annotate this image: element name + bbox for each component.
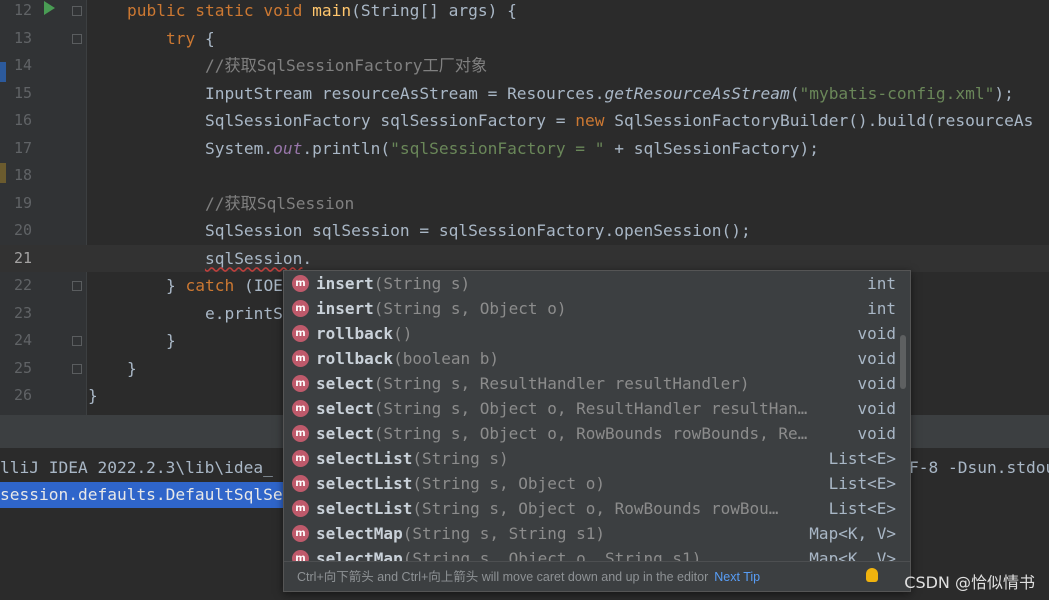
code-line: 12 public static void main(String[] args… — [0, 0, 1049, 25]
line-number: 23 — [13, 303, 32, 322]
return-type: void — [857, 399, 896, 418]
code-line: 13 try { — [0, 25, 1049, 53]
code-completion-popup[interactable]: m insert(String s) int m insert(String s, Ob… — [283, 270, 911, 592]
return-type: void — [857, 349, 896, 368]
method-params: (String s, String s1) — [402, 524, 605, 543]
return-type: int — [867, 299, 896, 318]
completion-item[interactable]: m selectMap(String s, String s1) Map<K, V> — [284, 521, 910, 546]
lightbulb-icon[interactable] — [866, 568, 878, 582]
console-output-line: F-8 -Dsun.stdou — [909, 458, 1049, 477]
method-params: (String s, Object o, RowBounds rowBou… — [412, 499, 779, 518]
method-name: select(String s, Object o, RowBounds row… — [316, 424, 808, 443]
completion-item[interactable]: m insert(String s, Object o) int — [284, 296, 910, 321]
method-icon: m — [292, 525, 309, 542]
method-params: (boolean b) — [393, 349, 500, 368]
line-number: 20 — [13, 221, 32, 239]
code-line: 19 //获取SqlSession — [0, 190, 1049, 218]
method-name: selectList(String s, Object o) — [316, 474, 605, 493]
line-number: 13 — [13, 28, 32, 47]
method-icon: m — [292, 375, 309, 392]
method-icon: m — [292, 275, 309, 292]
method-name: rollback() — [316, 324, 413, 343]
popup-scrollbar[interactable] — [900, 335, 906, 389]
method-params: (String s) — [373, 274, 471, 293]
completion-item[interactable]: m select(String s, Object o, RowBounds ro… — [284, 421, 910, 446]
watermark: CSDN @恰似情书 — [904, 573, 1035, 592]
return-type: List<E> — [828, 499, 896, 518]
completion-item[interactable]: m selectList(String s, Object o, RowBound… — [284, 496, 910, 521]
line-number: 19 — [13, 193, 32, 212]
completion-item[interactable]: m selectList(String s) List<E> — [284, 446, 910, 471]
next-tip-link[interactable]: Next Tip — [714, 570, 760, 584]
fold-icon[interactable] — [72, 336, 82, 346]
method-params: (String s, Object o) — [373, 299, 567, 318]
fold-icon[interactable] — [72, 33, 82, 44]
method-name: selectList(String s) — [316, 449, 509, 468]
return-type: Map<K, V> — [809, 524, 896, 543]
line-number: 17 — [13, 138, 32, 157]
method-icon: m — [292, 350, 309, 367]
line-number: 16 — [13, 111, 32, 129]
method-params: (String s, Object o) — [412, 474, 605, 493]
completion-list[interactable]: m insert(String s) int m insert(String s, Ob… — [284, 271, 910, 571]
method-params: (String s, ResultHandler resultHandler) — [373, 374, 750, 393]
code-line: 17 System.out.println("sqlSessionFactory… — [0, 135, 1049, 163]
return-type: void — [857, 374, 896, 393]
code-line: 18 — [0, 162, 1049, 190]
fold-icon[interactable] — [72, 281, 82, 291]
line-number: 24 — [13, 331, 32, 349]
completion-footer: Ctrl+向下箭头 and Ctrl+向上箭头 will move caret … — [284, 561, 910, 591]
method-params: (String s, Object o, RowBounds rowBounds… — [373, 424, 808, 443]
completion-item[interactable]: m selectList(String s, Object o) List<E> — [284, 471, 910, 496]
method-icon: m — [292, 400, 309, 417]
method-icon: m — [292, 325, 309, 342]
method-params: () — [393, 324, 413, 343]
error-highlight: sqlSession — [204, 248, 303, 268]
completion-item[interactable]: m select(String s, Object o, ResultHandle… — [284, 396, 910, 421]
return-type: void — [857, 324, 896, 343]
method-icon: m — [292, 500, 309, 517]
run-icon[interactable] — [44, 1, 55, 15]
code-line: 14 //获取SqlSessionFactory工厂对象 — [0, 52, 1049, 80]
code-line: 16 SqlSessionFactory sqlSessionFactory =… — [0, 107, 1049, 135]
method-name: insert(String s) — [316, 274, 471, 293]
method-icon: m — [292, 425, 309, 442]
method-params: (String s) — [412, 449, 509, 468]
method-icon: m — [292, 475, 309, 492]
footer-hint: Ctrl+向下箭头 and Ctrl+向上箭头 will move caret … — [297, 570, 709, 584]
code-line: 15 InputStream resourceAsStream = Resour… — [0, 80, 1049, 108]
line-number: 15 — [13, 83, 32, 102]
method-name: select(String s, Object o, ResultHandler… — [316, 399, 808, 418]
method-icon: m — [292, 450, 309, 467]
completion-item[interactable]: m rollback() void — [284, 321, 910, 346]
method-name: select(String s, ResultHandler resultHan… — [316, 374, 750, 393]
return-type: List<E> — [828, 449, 896, 468]
return-type: int — [867, 274, 896, 293]
line-number: 14 — [13, 56, 32, 74]
method-icon: m — [292, 300, 309, 317]
line-number: 21 — [13, 248, 32, 267]
method-params: (String s, Object o, ResultHandler resul… — [373, 399, 808, 418]
line-number: 25 — [13, 358, 32, 377]
fold-icon[interactable] — [72, 363, 82, 374]
method-name: rollback(boolean b) — [316, 349, 500, 368]
completion-item[interactable]: m rollback(boolean b) void — [284, 346, 910, 371]
code-line: 20 SqlSession sqlSession = sqlSessionFac… — [0, 217, 1049, 245]
line-number: 18 — [13, 166, 32, 184]
line-number: 22 — [13, 276, 32, 294]
return-type: void — [857, 424, 896, 443]
method-name: insert(String s, Object o) — [316, 299, 567, 318]
line-number: 26 — [13, 386, 32, 404]
console-output-line: lliJ IDEA 2022.2.3\lib\idea_ — [0, 458, 273, 477]
console-selected-line: session.defaults.DefaultSqlSe — [0, 482, 283, 508]
completion-item[interactable]: m insert(String s) int — [284, 271, 910, 296]
return-type: List<E> — [828, 474, 896, 493]
current-code-line: 21 sqlSession. — [0, 244, 1049, 272]
method-name: selectList(String s, Object o, RowBounds… — [316, 499, 779, 518]
fold-icon[interactable] — [72, 6, 82, 16]
line-number: 12 — [13, 1, 32, 19]
completion-item[interactable]: m select(String s, ResultHandler resultHa… — [284, 371, 910, 396]
method-name: selectMap(String s, String s1) — [316, 524, 605, 543]
